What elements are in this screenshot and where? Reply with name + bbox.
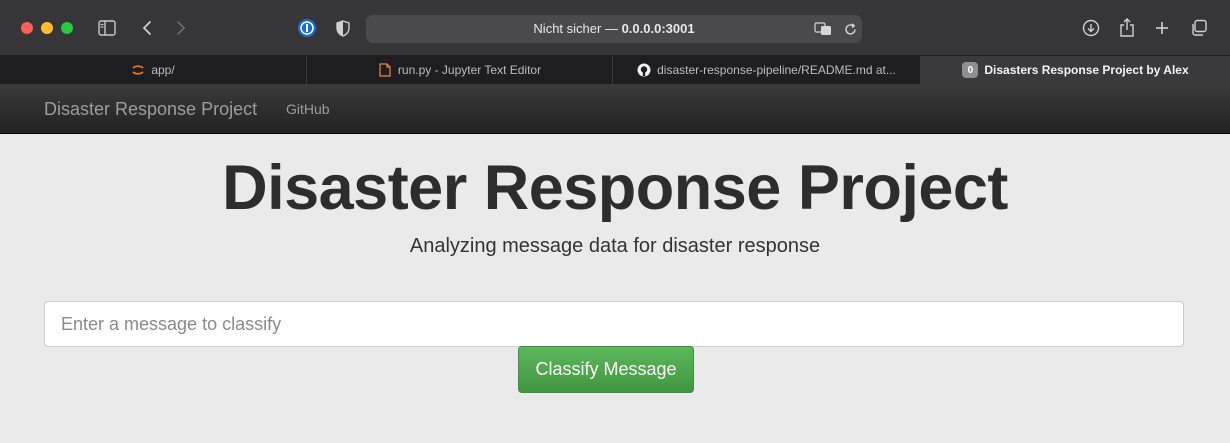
tab-disasters-response[interactable]: 0 Disasters Response Project by Alex xyxy=(921,56,1230,84)
address-prefix: Nicht sicher — xyxy=(533,21,622,36)
password-manager-icon[interactable] xyxy=(295,16,319,40)
main-content: Disaster Response Project Analyzing mess… xyxy=(0,134,1230,443)
page-title: Disaster Response Project xyxy=(222,153,1008,223)
shield-icon[interactable] xyxy=(331,16,355,40)
address-bar[interactable]: Nicht sicher — 0.0.0.0:3001 xyxy=(366,15,862,43)
tab-label: Disasters Response Project by Alex xyxy=(984,63,1189,77)
tab-badge: 0 xyxy=(962,62,979,78)
message-input[interactable] xyxy=(44,301,1184,347)
tab-app[interactable]: app/ xyxy=(0,56,307,84)
tab-label: run.py - Jupyter Text Editor xyxy=(397,63,542,77)
downloads-icon[interactable] xyxy=(1079,16,1103,40)
site-navbar: Disaster Response Project GitHub xyxy=(0,84,1230,134)
translate-icon[interactable] xyxy=(812,18,834,40)
forward-icon[interactable] xyxy=(169,16,193,40)
browser-toolbar: Nicht sicher — 0.0.0.0:3001 xyxy=(0,0,1230,56)
address-text: Nicht sicher — 0.0.0.0:3001 xyxy=(366,21,862,36)
close-window-button[interactable] xyxy=(21,22,33,34)
file-icon xyxy=(378,63,392,77)
minimize-window-button[interactable] xyxy=(41,22,53,34)
tab-label: disaster-response-pipeline/README.md at.… xyxy=(657,63,896,77)
address-host: 0.0.0.0:3001 xyxy=(621,21,695,36)
tab-run-py[interactable]: run.py - Jupyter Text Editor xyxy=(307,56,613,84)
sidebar-icon[interactable] xyxy=(95,16,119,40)
tab-overview-icon[interactable] xyxy=(1187,16,1211,40)
tab-bar: app/ run.py - Jupyter Text Editor disast… xyxy=(0,56,1230,84)
share-icon[interactable] xyxy=(1115,16,1139,40)
github-icon xyxy=(637,63,651,77)
tab-readme[interactable]: disaster-response-pipeline/README.md at.… xyxy=(613,56,921,84)
navbar-brand[interactable]: Disaster Response Project xyxy=(44,99,257,120)
zoom-window-button[interactable] xyxy=(61,22,73,34)
new-tab-icon[interactable] xyxy=(1150,16,1174,40)
classify-message-button[interactable]: Classify Message xyxy=(518,346,694,393)
reload-icon[interactable] xyxy=(840,18,860,40)
tab-label: app/ xyxy=(151,63,175,77)
back-icon[interactable] xyxy=(135,16,159,40)
github-link[interactable]: GitHub xyxy=(286,101,330,117)
page-subtitle: Analyzing message data for disaster resp… xyxy=(409,235,821,257)
jupyter-icon xyxy=(131,63,145,77)
